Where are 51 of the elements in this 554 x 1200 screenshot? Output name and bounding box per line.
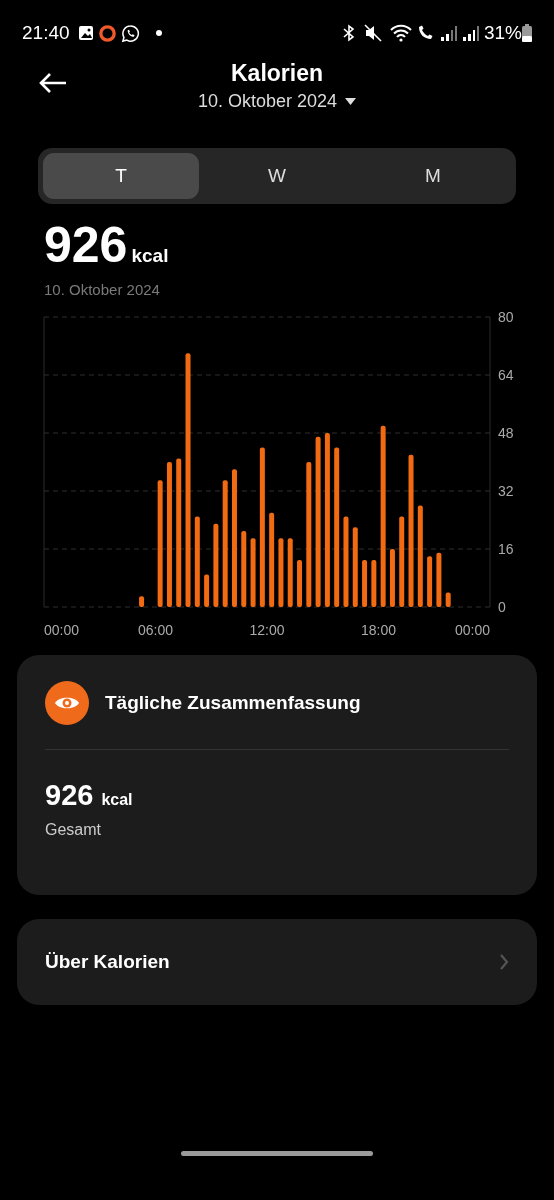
axis-tick-label: 0 (498, 599, 506, 615)
total-label: Gesamt (45, 819, 102, 840)
page-title: Kalorien (231, 60, 323, 86)
period-tab[interactable]: W (199, 153, 355, 199)
axis-tick-label: 00:00 (454, 622, 490, 638)
chart-bar (204, 574, 210, 607)
axis-tick-label: 18:00 (361, 622, 396, 638)
status-time: 21:40 (22, 20, 70, 45)
caret-icon (345, 98, 357, 105)
battery-icon (522, 24, 532, 42)
bluetooth-icon (341, 24, 356, 42)
total-value: 926 (45, 778, 94, 813)
chart-bar (427, 556, 433, 607)
axis-tick-label: 48 (498, 425, 514, 441)
eye-icon (45, 681, 89, 725)
chart-bar (287, 538, 293, 607)
date-selector[interactable]: 10. Oktober 2024 (197, 88, 357, 115)
axis-tick-label: 64 (498, 367, 514, 383)
chart-bar (445, 592, 451, 607)
unit-label: kcal (101, 790, 133, 810)
axis-tick-label: 12:00 (249, 622, 285, 638)
card-title: Tägliche Zusammenfassung (105, 690, 361, 715)
axis-tick-label: 06:00 (138, 622, 173, 638)
ring-icon (97, 23, 117, 43)
dot-icon (155, 30, 162, 36)
chevron-icon (499, 953, 509, 971)
chart-bar (250, 538, 256, 607)
total-value: 926 (44, 220, 128, 270)
gallery-icon (77, 25, 94, 41)
axis-tick-label: 32 (498, 483, 514, 499)
axis-tick-label: 80 (498, 309, 514, 325)
unit-label: kcal (131, 244, 169, 268)
axis-tick-label: 00:00 (44, 622, 80, 638)
chart-bar (278, 538, 284, 607)
wifi-icon (389, 24, 412, 42)
axis-tick-label: 16 (498, 541, 514, 557)
chart-bar (297, 559, 302, 607)
period-tab[interactable]: T (43, 153, 199, 199)
chart-bar (362, 559, 368, 607)
chart-bar (371, 559, 377, 607)
chart-bar (139, 596, 145, 607)
date-label: 10. Oktober 2024 (44, 279, 161, 300)
signal-icon (461, 25, 480, 41)
battery-percent: 31% (483, 20, 522, 45)
chat-icon (120, 23, 140, 43)
chart-bar (436, 552, 442, 607)
chart-bar (389, 549, 395, 607)
about-calories-row[interactable]: Über Kalorien (17, 919, 537, 1005)
signal-icon (439, 25, 458, 41)
mute-icon (363, 24, 382, 42)
period-tab[interactable]: M (355, 153, 511, 199)
